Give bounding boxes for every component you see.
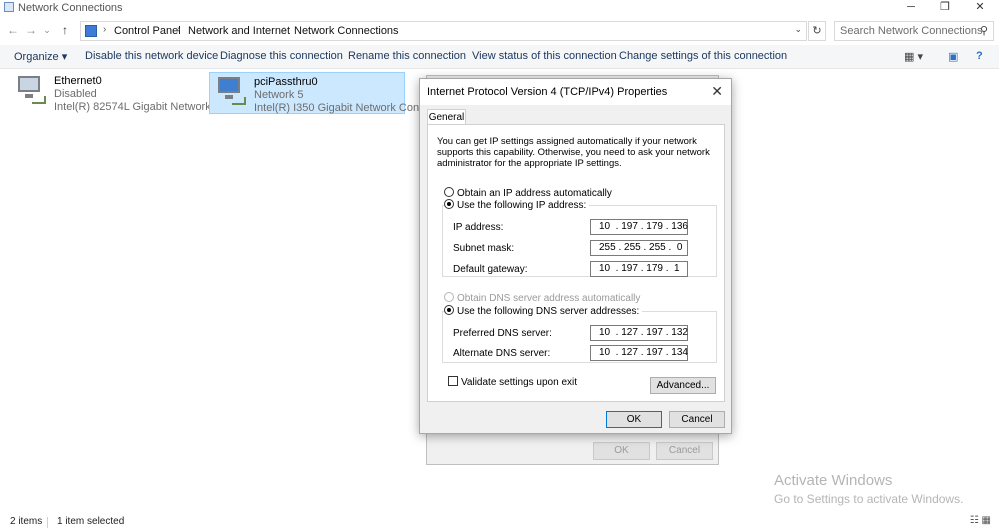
selection-count: 1 item selected bbox=[57, 516, 125, 527]
dialog-title: Internet Protocol Version 4 (TCP/IPv4) P… bbox=[427, 86, 668, 98]
alternate-dns-label: Alternate DNS server: bbox=[453, 348, 551, 359]
cancel-button[interactable]: Cancel bbox=[669, 411, 725, 428]
disable-device-button[interactable]: Disable this network device bbox=[85, 50, 218, 62]
preferred-dns-field[interactable]: 10 . 127 . 197 . 132 bbox=[590, 325, 688, 341]
subnet-mask-field[interactable]: 255 . 255 . 255 . 0 bbox=[590, 240, 688, 256]
checkbox-icon bbox=[448, 376, 458, 386]
maximize-button[interactable]: ❐ bbox=[929, 0, 961, 16]
view-options-icon[interactable]: ▦ ▾ bbox=[904, 50, 923, 63]
item-count: 2 items bbox=[10, 516, 43, 527]
radio-disabled-icon bbox=[444, 292, 454, 302]
recent-locations-icon[interactable]: ⌄ bbox=[40, 23, 54, 37]
breadcrumb-control-panel[interactable]: Control Panel bbox=[114, 25, 181, 37]
view-status-button[interactable]: View status of this connection bbox=[472, 50, 617, 62]
dialog-title-bar: Internet Protocol Version 4 (TCP/IPv4) P… bbox=[420, 79, 731, 105]
view-toggle-icon[interactable]: ☷ ▦ bbox=[970, 515, 991, 526]
network-adapter-icon bbox=[214, 77, 246, 105]
connection-name: pciPassthru0 bbox=[254, 76, 318, 88]
breadcrumb-separator-icon: › bbox=[283, 24, 287, 35]
connection-item-ethernet0[interactable]: Ethernet0 Disabled Intel(R) 82574L Gigab… bbox=[10, 72, 231, 114]
forward-arrow-icon[interactable]: → bbox=[24, 23, 38, 37]
connection-item-pcipassthru0[interactable]: pciPassthru0 Network 5 Intel(R) I350 Gig… bbox=[209, 72, 428, 114]
default-gateway-field[interactable]: 10 . 197 . 179 . 1 bbox=[590, 261, 688, 277]
radio-label: Use the following DNS server addresses: bbox=[457, 306, 640, 317]
help-icon[interactable]: ? bbox=[976, 50, 983, 62]
preview-pane-icon[interactable]: ▣ bbox=[948, 50, 958, 63]
network-adapter-icon bbox=[14, 76, 46, 104]
default-gateway-label: Default gateway: bbox=[453, 264, 528, 275]
dialog-close-icon[interactable]: ✕ bbox=[711, 83, 723, 100]
general-tab-panel: You can get IP settings assigned automat… bbox=[427, 124, 725, 402]
up-arrow-icon[interactable]: ↑ bbox=[58, 23, 72, 37]
search-icon[interactable]: ⚲ bbox=[980, 24, 988, 37]
close-button[interactable]: ✕ bbox=[964, 0, 996, 16]
status-bar: 2 items 1 item selected ☷ ▦ bbox=[0, 513, 999, 531]
ok-button[interactable]: OK bbox=[606, 411, 662, 428]
radio-label: Obtain DNS server address automatically bbox=[457, 293, 641, 304]
connection-adapter: Intel(R) 82574L Gigabit Network C... bbox=[54, 101, 231, 113]
background-ok-button[interactable]: OK bbox=[593, 442, 650, 460]
ip-address-field[interactable]: 10 . 197 . 179 . 136 bbox=[590, 219, 688, 235]
radio-icon bbox=[444, 187, 454, 197]
use-following-dns-radio[interactable]: Use the following DNS server addresses: bbox=[444, 305, 643, 317]
obtain-dns-auto-radio[interactable]: Obtain DNS server address automatically bbox=[444, 292, 640, 304]
address-dropdown-icon[interactable]: ⌄ bbox=[794, 24, 802, 35]
search-input[interactable]: Search Network Connections ⚲ bbox=[834, 21, 994, 41]
radio-selected-icon bbox=[444, 305, 454, 315]
diagnose-button[interactable]: Diagnose this connection bbox=[220, 50, 343, 62]
use-following-ip-radio[interactable]: Use the following IP address: bbox=[444, 199, 590, 211]
background-cancel-button[interactable]: Cancel bbox=[656, 442, 713, 460]
command-bar: Organize ▾ Disable this network device D… bbox=[0, 45, 999, 69]
status-divider bbox=[47, 517, 48, 528]
obtain-ip-auto-radio[interactable]: Obtain an IP address automatically bbox=[444, 187, 612, 199]
minimize-button[interactable]: ─ bbox=[895, 0, 927, 16]
search-placeholder: Search Network Connections bbox=[840, 25, 983, 37]
control-panel-icon bbox=[85, 25, 97, 37]
network-connections-icon bbox=[4, 2, 14, 12]
activation-watermark-title: Activate Windows bbox=[774, 472, 893, 489]
breadcrumb-separator-icon: › bbox=[103, 24, 107, 35]
radio-label: Obtain an IP address automatically bbox=[457, 188, 612, 199]
address-bar[interactable]: › Control Panel › Network and Internet ›… bbox=[80, 21, 807, 41]
breadcrumb-network-and-internet[interactable]: Network and Internet bbox=[188, 25, 290, 37]
rename-button[interactable]: Rename this connection bbox=[348, 50, 466, 62]
advanced-button[interactable]: Advanced... bbox=[650, 377, 716, 394]
activation-watermark-text: Go to Settings to activate Windows. bbox=[774, 492, 964, 506]
connection-status: Disabled bbox=[54, 88, 97, 100]
intro-text: You can get IP settings assigned automat… bbox=[437, 136, 710, 169]
window-title: Network Connections bbox=[18, 2, 123, 14]
refresh-button[interactable]: ↻ bbox=[808, 21, 826, 41]
validate-settings-checkbox[interactable]: Validate settings upon exit bbox=[448, 376, 577, 388]
back-arrow-icon[interactable]: ← bbox=[6, 23, 20, 37]
connection-name: Ethernet0 bbox=[54, 75, 102, 87]
checkbox-label: Validate settings upon exit bbox=[461, 377, 578, 388]
ipv4-properties-dialog: Internet Protocol Version 4 (TCP/IPv4) P… bbox=[419, 78, 732, 434]
preferred-dns-label: Preferred DNS server: bbox=[453, 328, 552, 339]
radio-label: Use the following IP address: bbox=[457, 200, 587, 211]
subnet-mask-label: Subnet mask: bbox=[453, 243, 515, 254]
connection-status: Network 5 bbox=[254, 89, 304, 101]
change-settings-button[interactable]: Change settings of this connection bbox=[619, 50, 787, 62]
breadcrumb-separator-icon: › bbox=[177, 24, 181, 35]
organize-button[interactable]: Organize ▾ bbox=[14, 50, 67, 63]
breadcrumb-network-connections[interactable]: Network Connections bbox=[294, 25, 399, 37]
tab-general[interactable]: General bbox=[427, 109, 466, 125]
title-bar: Network Connections ─ ❐ ✕ bbox=[0, 0, 999, 16]
connection-adapter: Intel(R) I350 Gigabit Network Con... bbox=[254, 102, 429, 114]
alternate-dns-field[interactable]: 10 . 127 . 197 . 134 bbox=[590, 345, 688, 361]
ip-address-label: IP address: bbox=[453, 222, 504, 233]
radio-selected-icon bbox=[444, 199, 454, 209]
